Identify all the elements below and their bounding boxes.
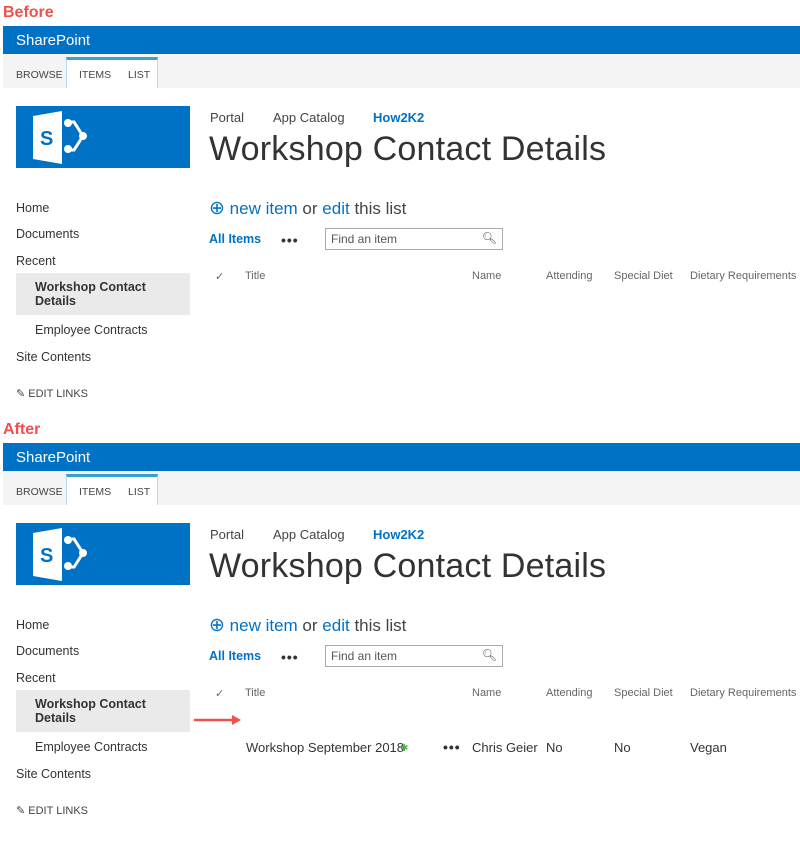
nav-site-contents[interactable]: Site Contents (16, 350, 91, 364)
sharepoint-logo[interactable]: S (16, 523, 190, 585)
edit-list-link[interactable]: edit (322, 616, 349, 635)
nav-workshop-line1: Workshop Contact (35, 280, 146, 294)
before-label: Before (3, 4, 54, 21)
column-attending[interactable]: Attending (546, 687, 592, 699)
search-input[interactable]: Find an item 🔍︎ (325, 228, 503, 250)
row-dietary-requirements: Vegan (690, 740, 727, 755)
tab-browse[interactable]: BROWSE (16, 69, 63, 81)
suite-bar: SharePoint (3, 443, 800, 471)
nav-site-contents[interactable]: Site Contents (16, 767, 91, 781)
nav-employee-contracts[interactable]: Employee Contracts (35, 323, 148, 337)
tab-list[interactable]: LIST (128, 486, 150, 498)
nav-workshop[interactable]: Workshop Contact Details (35, 280, 146, 308)
add-circle-icon[interactable]: ⊕ (209, 615, 225, 636)
pencil-icon: ✎ (16, 388, 26, 400)
row-special-diet: No (614, 740, 631, 755)
tab-items[interactable]: ITEMS (79, 486, 111, 498)
nav-documents[interactable]: Documents (16, 644, 79, 658)
new-item-icon: ✱ (400, 743, 409, 754)
page-title: Workshop Contact Details (209, 547, 607, 585)
breadcrumb-portal[interactable]: Portal (210, 110, 244, 125)
suite-title[interactable]: SharePoint (16, 449, 90, 466)
new-item-bar: ⊕ new item or edit this list (209, 614, 406, 637)
nav-home[interactable]: Home (16, 618, 49, 632)
new-item-link[interactable]: new item (230, 199, 298, 218)
breadcrumb-how2k2[interactable]: How2K2 (373, 527, 424, 542)
nav-employee-contracts[interactable]: Employee Contracts (35, 740, 148, 754)
column-title[interactable]: Title (245, 270, 265, 282)
nav-documents[interactable]: Documents (16, 227, 79, 241)
column-special-diet[interactable]: Special Diet (614, 687, 673, 699)
breadcrumb-portal[interactable]: Portal (210, 527, 244, 542)
view-all-items[interactable]: All Items (209, 649, 261, 663)
new-item-link[interactable]: new item (230, 616, 298, 635)
column-special-diet[interactable]: Special Diet (614, 270, 673, 282)
column-dietary-requirements[interactable]: Dietary Requirements (690, 687, 796, 699)
suite-title[interactable]: SharePoint (16, 32, 90, 49)
nav-recent: Recent (16, 254, 56, 268)
nav-workshop[interactable]: Workshop Contact Details (35, 697, 146, 725)
view-all-items[interactable]: All Items (209, 232, 261, 246)
or-text: or (302, 199, 318, 218)
tab-items[interactable]: ITEMS (79, 69, 111, 81)
after-panel: SharePoint BROWSE ITEMS LIST S Portal Ap… (0, 443, 800, 843)
sharepoint-logo-icon: S (33, 528, 87, 581)
before-panel: SharePoint BROWSE ITEMS LIST S Portal Ap… (0, 26, 800, 426)
tab-browse[interactable]: BROWSE (16, 486, 63, 498)
select-all-check-icon[interactable]: ✓ (215, 270, 224, 283)
this-list-text: this list (354, 199, 407, 218)
red-arrow-icon (194, 715, 241, 725)
nav-home[interactable]: Home (16, 201, 49, 215)
search-input[interactable]: Find an item 🔍︎ (325, 645, 503, 667)
search-placeholder: Find an item (331, 649, 398, 663)
nav-workshop-line1: Workshop Contact (35, 697, 146, 711)
breadcrumb-how2k2[interactable]: How2K2 (373, 110, 424, 125)
column-dietary-requirements[interactable]: Dietary Requirements (690, 270, 796, 282)
search-placeholder: Find an item (331, 232, 398, 246)
tab-list[interactable]: LIST (128, 69, 150, 81)
breadcrumb-app-catalog[interactable]: App Catalog (273, 110, 345, 125)
edit-links-button[interactable]: ✎ EDIT LINKS (16, 387, 88, 400)
column-name[interactable]: Name (472, 270, 501, 282)
edit-links-label: EDIT LINKS (28, 805, 88, 817)
edit-list-link[interactable]: edit (322, 199, 349, 218)
row-more-button[interactable]: ••• (443, 739, 461, 755)
nav-workshop-line2: Details (35, 711, 76, 725)
row-name: Chris Geier (472, 740, 538, 755)
row-title[interactable]: Workshop September 2018 (246, 740, 404, 755)
pencil-icon: ✎ (16, 805, 26, 817)
add-circle-icon[interactable]: ⊕ (209, 198, 225, 219)
nav-recent: Recent (16, 671, 56, 685)
edit-links-button[interactable]: ✎ EDIT LINKS (16, 804, 88, 817)
breadcrumb-app-catalog[interactable]: App Catalog (273, 527, 345, 542)
view-more-button[interactable]: ••• (281, 232, 299, 248)
search-icon[interactable]: 🔍︎ (482, 648, 497, 662)
or-text: or (302, 616, 318, 635)
column-attending[interactable]: Attending (546, 270, 592, 282)
new-item-bar: ⊕ new item or edit this list (209, 197, 406, 220)
this-list-text: this list (354, 616, 407, 635)
view-more-button[interactable]: ••• (281, 649, 299, 665)
page-title: Workshop Contact Details (209, 130, 607, 168)
edit-links-label: EDIT LINKS (28, 388, 88, 400)
search-icon[interactable]: 🔍︎ (482, 231, 497, 245)
svg-text:S: S (40, 545, 53, 567)
select-all-check-icon[interactable]: ✓ (215, 687, 224, 700)
nav-workshop-line2: Details (35, 294, 76, 308)
row-attending: No (546, 740, 563, 755)
suite-bar: SharePoint (3, 26, 800, 54)
sharepoint-logo-icon: S (33, 111, 87, 164)
svg-text:S: S (40, 128, 53, 150)
column-title[interactable]: Title (245, 687, 265, 699)
column-name[interactable]: Name (472, 687, 501, 699)
sharepoint-logo[interactable]: S (16, 106, 190, 168)
